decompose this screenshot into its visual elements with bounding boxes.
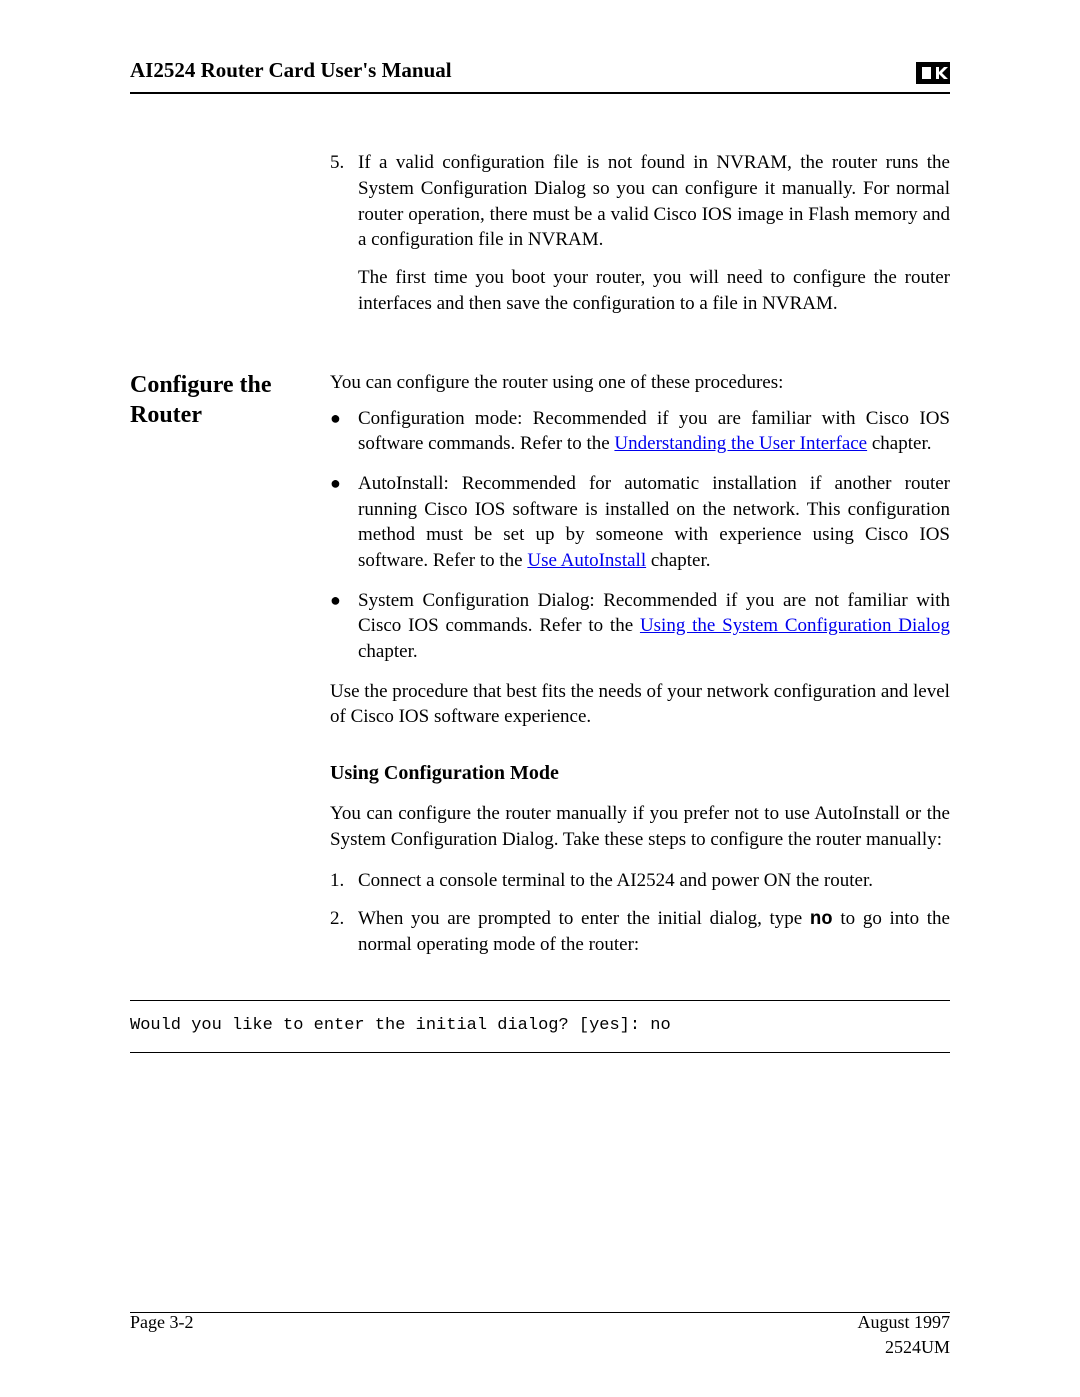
step-text: Connect a console terminal to the AI2524… <box>358 868 950 894</box>
link-system-config-dialog[interactable]: Using the System Configuration Dialog <box>640 615 950 636</box>
bullet-text-post: chapter. <box>867 433 931 454</box>
section-closing: Use the procedure that best fits the nee… <box>330 679 950 730</box>
list-number: 5. <box>330 150 358 316</box>
steps-list: 1. Connect a console terminal to the AI2… <box>330 868 950 958</box>
numbered-list-continuation: 5. If a valid configuration file is not … <box>330 150 950 316</box>
content-block-continuation: 5. If a valid configuration file is not … <box>130 150 950 328</box>
bullet-text-post: chapter. <box>358 641 418 662</box>
bullet-icon: ● <box>330 588 358 665</box>
subsection-para: You can configure the router manually if… <box>330 801 950 852</box>
link-use-autoinstall[interactable]: Use AutoInstall <box>527 550 646 571</box>
list-item: ● Configuration mode: Recommended if you… <box>330 406 950 457</box>
list-item: ● AutoInstall: Recommended for automatic… <box>330 471 950 574</box>
page-header: AI2524 Router Card User's Manual <box>130 56 950 94</box>
list-number: 1. <box>330 868 358 894</box>
bullet-text-post: chapter. <box>646 550 710 571</box>
footer-page-number: Page 3-2 <box>130 1310 193 1359</box>
terminal-output: Would you like to enter the initial dial… <box>130 1000 950 1053</box>
company-logo-icon <box>916 62 950 84</box>
step-text-pre: When you are prompted to enter the initi… <box>358 908 810 929</box>
list-item: 2. When you are prompted to enter the in… <box>330 906 950 958</box>
header-title: AI2524 Router Card User's Manual <box>130 56 452 84</box>
footer-doc-number: 2524UM <box>857 1335 950 1359</box>
list-item: 5. If a valid configuration file is not … <box>330 150 950 316</box>
link-understanding-ui[interactable]: Understanding the User Interface <box>614 433 867 454</box>
list-number: 2. <box>330 906 358 958</box>
section-heading: Configure the Router <box>130 370 320 430</box>
footer-date: August 1997 <box>857 1310 950 1334</box>
bullet-list: ● Configuration mode: Recommended if you… <box>330 406 950 665</box>
subsection-heading: Using Configuration Mode <box>330 760 950 787</box>
section-configure-router: Configure the Router You can configure t… <box>130 370 950 970</box>
bullet-icon: ● <box>330 406 358 457</box>
list-text: If a valid configuration file is not fou… <box>358 152 950 250</box>
list-item: ● System Configuration Dialog: Recommend… <box>330 588 950 665</box>
inline-code: no <box>810 908 833 930</box>
section-intro: You can configure the router using one o… <box>330 370 950 396</box>
page-footer: Page 3-2 August 1997 2524UM <box>130 1310 950 1359</box>
bullet-icon: ● <box>330 471 358 574</box>
list-item: 1. Connect a console terminal to the AI2… <box>330 868 950 894</box>
list-followup-para: The first time you boot your router, you… <box>358 265 950 316</box>
